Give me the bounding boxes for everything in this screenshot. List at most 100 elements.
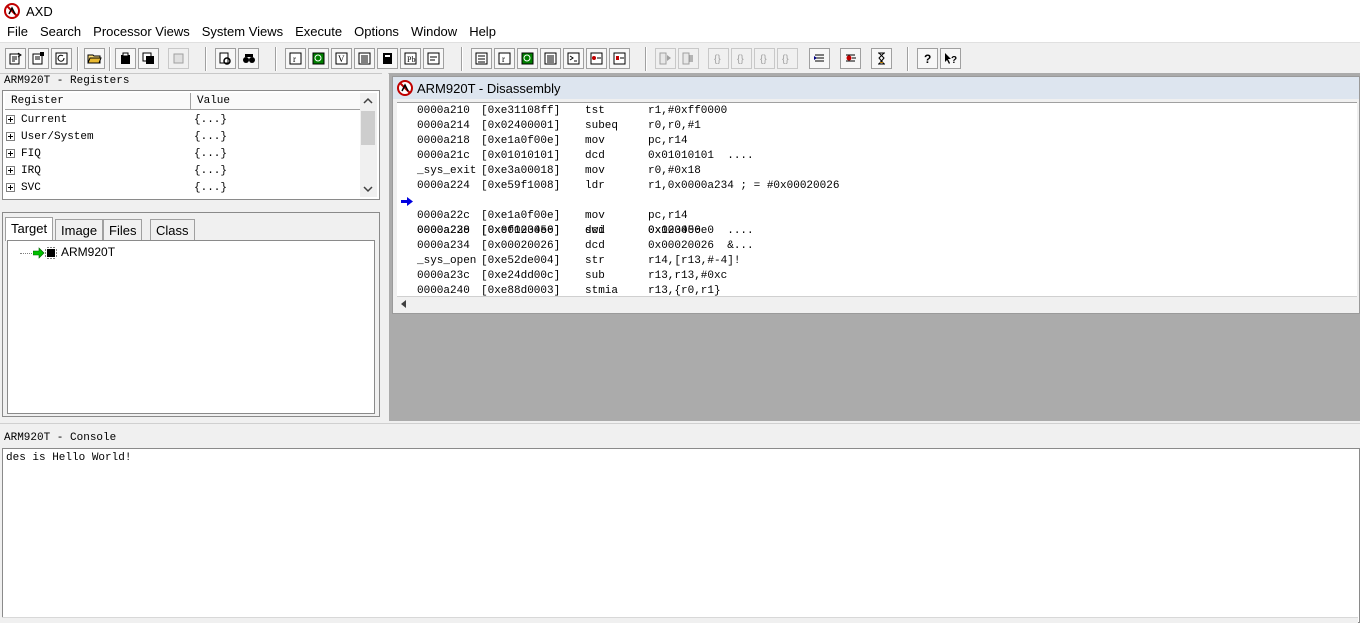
- variables-sys-view-icon[interactable]: [517, 48, 538, 69]
- registers-view-icon[interactable]: r: [285, 48, 306, 69]
- svg-text:{}: {}: [782, 54, 789, 65]
- registers-pane-title: ARM920T - Registers: [4, 75, 130, 87]
- disassembly-row[interactable]: 0000a21c [0x01010101] dcd 0x01010101 ....: [397, 149, 1357, 164]
- expand-icon[interactable]: [6, 132, 15, 141]
- disassembly-view-icon[interactable]: [377, 48, 398, 69]
- processor-target-icon[interactable]: [33, 246, 63, 260]
- status-strip: [2, 617, 1358, 623]
- disassembly-horizontal-scrollbar[interactable]: [397, 296, 1357, 311]
- go-icon[interactable]: [655, 48, 676, 69]
- step-icon[interactable]: {}: [731, 48, 752, 69]
- registers-pane: Register Value Current {...} User/System…: [2, 90, 380, 200]
- tab-image[interactable]: Image: [55, 219, 104, 240]
- axd-app-icon: [397, 80, 413, 96]
- disassembly-listing[interactable]: 0000a210 [0xe31108ff] tst r1,#0xff0000 0000…: [397, 102, 1357, 297]
- scroll-up-icon[interactable]: [363, 97, 373, 105]
- register-row-fiq[interactable]: FIQ {...}: [6, 146, 361, 163]
- program-counter-arrow-icon: [401, 197, 413, 206]
- vertical-splitter[interactable]: [382, 73, 388, 423]
- stop-icon[interactable]: [678, 48, 699, 69]
- disassembly-title: ARM920T - Disassembly: [417, 80, 561, 96]
- disassembly-row[interactable]: 0000a210 [0xe31108ff] tst r1,#0xff0000: [397, 104, 1357, 119]
- register-row-current[interactable]: Current {...}: [6, 112, 361, 129]
- console-pane[interactable]: des is Hello World!: [2, 448, 1360, 623]
- tree-item-arm920t[interactable]: ARM920T: [61, 245, 115, 259]
- open-file-icon[interactable]: [84, 48, 105, 69]
- disassembly-row[interactable]: _sys_exit [0xe3a00018] mov r0,#0x18: [397, 164, 1357, 179]
- menu-processor-views[interactable]: Processor Views: [87, 22, 196, 42]
- menu-execute[interactable]: Execute: [289, 22, 348, 42]
- disassembly-row[interactable]: 0000a234 [0x00020026] dcd 0x00020026 &...: [397, 239, 1357, 254]
- disassembly-row[interactable]: 0000a230 [0x000000e0] dcd 0x000000e0 ....: [397, 224, 1357, 239]
- axd-app-icon: [4, 3, 20, 19]
- clear-icon[interactable]: [168, 48, 189, 69]
- menu-system-views[interactable]: System Views: [196, 22, 289, 42]
- reload-image-icon[interactable]: [5, 48, 26, 69]
- register-row-irq[interactable]: IRQ {...}: [6, 163, 361, 180]
- scroll-down-icon[interactable]: [363, 185, 373, 193]
- save-memory-icon[interactable]: [138, 48, 159, 69]
- menu-options[interactable]: Options: [348, 22, 405, 42]
- scrollbar-thumb[interactable]: [361, 111, 375, 145]
- svg-text:{}: {}: [760, 54, 767, 65]
- tab-target[interactable]: Target: [5, 217, 54, 241]
- disassembly-row[interactable]: 0000a224 [0xe59f1008] ldr r1,0x0000a234 ; =…: [397, 179, 1357, 194]
- register-row-user-system[interactable]: User/System {...}: [6, 129, 361, 146]
- toolbar: r V Pb r {} {} {} {} ? ?: [0, 43, 1360, 74]
- scroll-left-icon[interactable]: [401, 300, 406, 308]
- disassembly-row-current[interactable]: 0000a228 [0xef123456] swi 0x123456: [397, 194, 1357, 237]
- menu-file[interactable]: File: [0, 22, 34, 42]
- memory-sys-view-icon[interactable]: [540, 48, 561, 69]
- delay-icon[interactable]: [871, 48, 892, 69]
- title-bar: AXD: [0, 0, 1360, 22]
- registers-scrollbar[interactable]: [360, 93, 377, 197]
- menu-search[interactable]: Search: [34, 22, 87, 42]
- find-next-icon[interactable]: [238, 48, 259, 69]
- horizontal-splitter[interactable]: [0, 423, 1360, 430]
- disassembly-title-bar[interactable]: ARM920T - Disassembly: [393, 77, 1359, 99]
- disassembly-window: ARM920T - Disassembly 0000a210 [0xe31108f…: [392, 76, 1360, 314]
- reload-session-icon[interactable]: [51, 48, 72, 69]
- memory-view-icon[interactable]: [354, 48, 375, 69]
- watchpoints-view-icon[interactable]: [609, 48, 630, 69]
- step-out-icon[interactable]: {}: [754, 48, 775, 69]
- expand-icon[interactable]: [6, 115, 15, 124]
- registers-sys-view-icon[interactable]: [471, 48, 492, 69]
- run-to-cursor-icon[interactable]: {}: [777, 48, 798, 69]
- svg-text:{}: {}: [714, 54, 721, 65]
- watch-sys-view-icon[interactable]: r: [494, 48, 515, 69]
- menu-help[interactable]: Help: [463, 22, 502, 42]
- expand-icon[interactable]: [6, 149, 15, 158]
- disassembly-row[interactable]: 0000a22c [0xe1a0f00e] mov pc,r14: [397, 209, 1357, 224]
- mdi-workspace: ARM920T - Disassembly 0000a210 [0xe31108f…: [389, 73, 1360, 421]
- registers-header: Register Value: [5, 93, 361, 110]
- tab-files[interactable]: Files: [103, 219, 143, 240]
- help-icon[interactable]: ?: [917, 48, 938, 69]
- svg-text:V: V: [338, 54, 345, 64]
- toggle-breakpoint-icon[interactable]: [809, 48, 830, 69]
- disassembly-row[interactable]: _sys_open [0xe52de004] str r14,[r13,#-4]!: [397, 254, 1357, 269]
- console-output: des is Hello World!: [6, 452, 132, 464]
- disassembly-row[interactable]: 0000a23c [0xe24dd00c] sub r13,r13,#0xc: [397, 269, 1357, 284]
- source-view-icon[interactable]: Pb: [400, 48, 421, 69]
- watch-view-icon[interactable]: [308, 48, 329, 69]
- menu-window[interactable]: Window: [405, 22, 463, 42]
- context-help-icon[interactable]: ?: [940, 48, 961, 69]
- expand-icon[interactable]: [6, 166, 15, 175]
- backtrace-view-icon[interactable]: [423, 48, 444, 69]
- watch-icon[interactable]: [840, 48, 861, 69]
- find-icon[interactable]: [215, 48, 236, 69]
- load-image-icon[interactable]: [28, 48, 49, 69]
- console-view-icon[interactable]: [563, 48, 584, 69]
- expand-icon[interactable]: [6, 183, 15, 192]
- column-header-register[interactable]: Register: [5, 93, 191, 110]
- disassembly-row[interactable]: 0000a214 [0x02400001] subeq r0,r0,#1: [397, 119, 1357, 134]
- step-in-icon[interactable]: {}: [708, 48, 729, 69]
- register-row-svc[interactable]: SVC {...}: [6, 180, 361, 197]
- tab-class[interactable]: Class: [150, 219, 195, 240]
- breakpoints-view-icon[interactable]: [586, 48, 607, 69]
- load-memory-icon[interactable]: [115, 48, 136, 69]
- column-header-value[interactable]: Value: [191, 93, 361, 110]
- variables-view-icon[interactable]: V: [331, 48, 352, 69]
- disassembly-row[interactable]: 0000a218 [0xe1a0f00e] mov pc,r14: [397, 134, 1357, 149]
